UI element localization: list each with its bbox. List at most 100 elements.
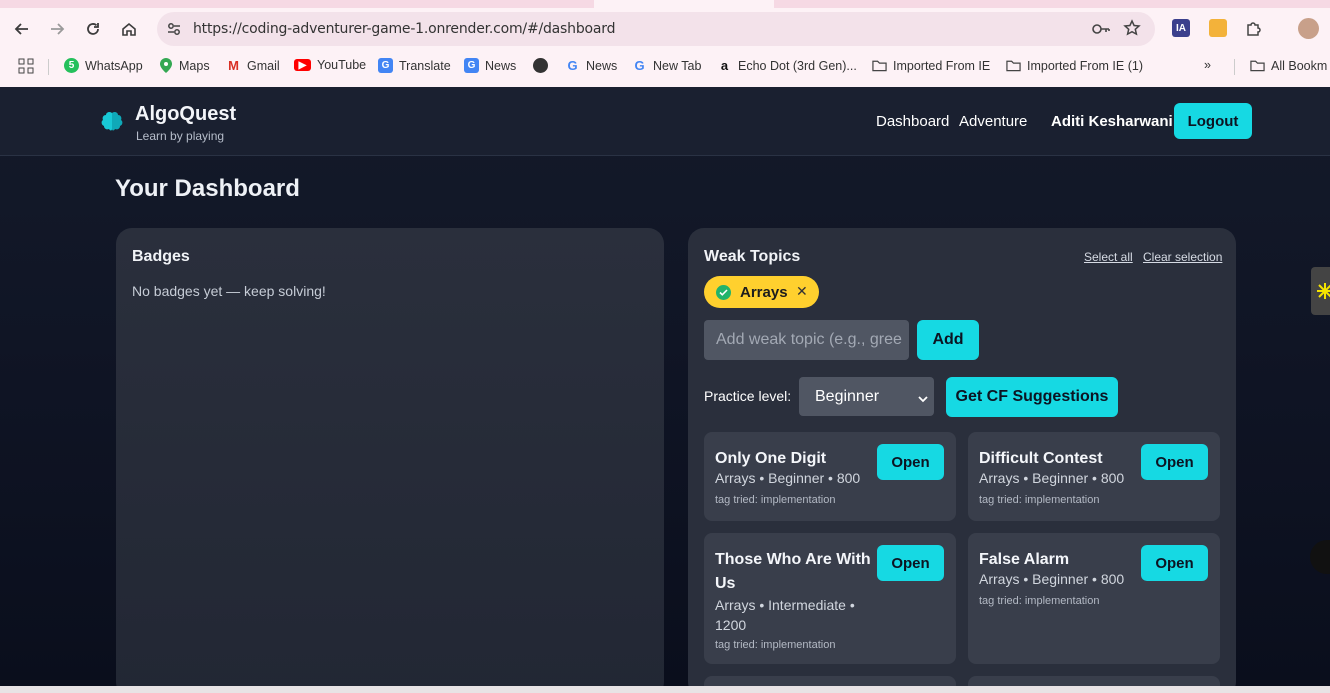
bookmark-label: News	[485, 58, 517, 73]
nav-dashboard[interactable]: Dashboard	[876, 113, 949, 130]
problem-card: Those Who Are With Us Arrays • Intermedi…	[704, 533, 956, 664]
select-all-link[interactable]: Select all	[1084, 250, 1133, 264]
add-topic-button[interactable]: Add	[917, 320, 979, 360]
bookmarks-divider	[48, 59, 49, 75]
bookmark-new-tab[interactable]: G New Tab	[632, 58, 701, 73]
bookmark-echo-dot[interactable]: a Echo Dot (3rd Gen)...	[717, 58, 857, 73]
app-header: AlgoQuest Learn by playing Dashboard Adv…	[0, 87, 1330, 156]
bookmark-star-icon[interactable]	[1123, 19, 1141, 42]
bookmark-folder-ie-1[interactable]: Imported From IE (1)	[1006, 58, 1143, 73]
reload-icon[interactable]	[82, 18, 104, 40]
open-problem-button[interactable]: Open	[877, 444, 944, 480]
weak-topic-input[interactable]	[704, 320, 909, 360]
nav-adventure[interactable]: Adventure	[959, 113, 1027, 130]
problem-meta: Arrays • Beginner • 800	[715, 470, 861, 486]
problem-card: Only One Digit Arrays • Beginner • 800 t…	[704, 432, 956, 521]
amazon-icon: a	[720, 58, 729, 73]
problem-tag: tag tried: implementation	[979, 595, 1100, 607]
bookmark-folder-ie[interactable]: Imported From IE	[872, 58, 990, 73]
whatsapp-icon: 5	[64, 58, 79, 73]
practice-level-label: Practice level:	[704, 388, 792, 404]
folder-icon	[1006, 58, 1021, 73]
profile-avatar[interactable]	[1298, 18, 1319, 39]
problem-tag: tag tried: implementation	[979, 494, 1100, 506]
brain-logo-icon	[100, 109, 124, 133]
bookmark-label: Gmail	[247, 58, 280, 73]
bookmark-label: All Bookm	[1271, 58, 1328, 73]
back-icon[interactable]	[11, 18, 33, 40]
folder-icon	[1250, 58, 1265, 73]
extensions-puzzle-icon[interactable]	[1245, 19, 1263, 37]
bookmark-news[interactable]: G News	[464, 58, 516, 73]
window-bottom-edge	[0, 686, 1330, 693]
bookmark-label: New Tab	[653, 58, 702, 73]
home-icon[interactable]	[118, 18, 140, 40]
open-problem-button[interactable]: Open	[1141, 545, 1208, 581]
bookmark-label: Maps	[179, 58, 210, 73]
google-news-icon: G	[464, 58, 479, 73]
extension-ia-icon[interactable]: IA	[1172, 19, 1190, 37]
youtube-icon: ▶	[294, 59, 311, 71]
chevron-right-double-icon[interactable]: »	[1204, 58, 1211, 72]
bookmark-label: WhatsApp	[85, 58, 143, 73]
bookmark-label: Echo Dot (3rd Gen)...	[738, 58, 857, 73]
problem-tag: tag tried: implementation	[715, 639, 836, 651]
weak-topics-card: Weak Topics Select all Clear selection A…	[688, 228, 1236, 693]
translate-icon: G	[378, 58, 393, 73]
gmail-icon: M	[228, 58, 239, 73]
bookmark-gmail[interactable]: M Gmail	[226, 58, 280, 73]
problem-card: Difficult Contest Arrays • Beginner • 80…	[968, 432, 1220, 521]
bookmark-label: Imported From IE (1)	[1027, 58, 1143, 73]
chevron-down-icon	[918, 391, 928, 403]
maps-pin-icon	[158, 58, 173, 73]
open-problem-button[interactable]: Open	[877, 545, 944, 581]
bookmarks-bar: 5 WhatsApp Maps M Gmail ▶ YouTube G Translat…	[0, 52, 1330, 80]
brand-name[interactable]: AlgoQuest	[135, 103, 236, 126]
bookmark-label: YouTube	[317, 58, 367, 72]
bookmark-translate[interactable]: G Translate	[378, 58, 451, 73]
problem-tag: tag tried: implementation	[715, 494, 836, 506]
bookmark-label: Imported From IE	[893, 58, 991, 73]
bookmark-all-bookmarks[interactable]: All Bookm	[1250, 58, 1327, 73]
open-problem-button[interactable]: Open	[1141, 444, 1208, 480]
password-key-icon[interactable]	[1091, 20, 1111, 43]
bookmark-whatsapp[interactable]: 5 WhatsApp	[64, 58, 143, 73]
forward-icon[interactable]	[46, 18, 68, 40]
get-cf-suggestions-button[interactable]: Get CF Suggestions	[946, 377, 1118, 417]
active-tab[interactable]	[594, 0, 774, 8]
topic-chip-label: Arrays	[740, 284, 788, 301]
weak-topics-title: Weak Topics	[704, 248, 801, 265]
bookmark-label: Translate	[399, 58, 451, 73]
bookmark-news-2[interactable]: G News	[565, 58, 617, 73]
side-widget-tab[interactable]	[1311, 267, 1330, 315]
problem-name: Those Who Are With Us	[715, 551, 871, 592]
user-name: Aditi Kesharwani	[1051, 113, 1173, 130]
close-icon[interactable]: ✕	[796, 283, 808, 300]
address-bar[interactable]: https://coding-adventurer-game-1.onrende…	[157, 12, 1155, 46]
problem-meta: Arrays • Intermediate • 1200	[715, 597, 855, 633]
tab-strip	[0, 0, 1330, 8]
badges-empty-message: No badges yet — keep solving!	[132, 283, 326, 299]
logout-button[interactable]: Logout	[1174, 103, 1252, 139]
globe-icon	[533, 58, 548, 73]
clear-selection-link[interactable]: Clear selection	[1143, 250, 1222, 264]
page-title: Your Dashboard	[115, 175, 300, 202]
apps-grid-icon[interactable]	[18, 58, 34, 74]
google-icon: G	[634, 58, 645, 73]
bookmarks-divider	[1234, 59, 1235, 75]
extension-orange-icon[interactable]	[1209, 19, 1227, 37]
practice-level-value: Beginner	[815, 388, 880, 405]
site-settings-icon[interactable]	[165, 20, 183, 38]
bookmark-youtube[interactable]: ▶ YouTube	[294, 58, 366, 72]
bookmark-maps[interactable]: Maps	[158, 58, 210, 73]
badges-card: Badges No badges yet — keep solving!	[116, 228, 664, 693]
bookmark-globe[interactable]	[533, 58, 548, 73]
problem-meta: Arrays • Beginner • 800	[979, 470, 1125, 486]
problem-meta: Arrays • Beginner • 800	[979, 571, 1125, 587]
url-text[interactable]: https://coding-adventurer-game-1.onrende…	[193, 21, 615, 37]
practice-level-select[interactable]: Beginner	[799, 377, 934, 416]
browser-chrome: https://coding-adventurer-game-1.onrende…	[0, 0, 1330, 87]
app-root: AlgoQuest Learn by playing Dashboard Adv…	[0, 87, 1330, 693]
topic-chip[interactable]: Arrays ✕	[704, 276, 819, 308]
google-icon: G	[567, 58, 578, 73]
